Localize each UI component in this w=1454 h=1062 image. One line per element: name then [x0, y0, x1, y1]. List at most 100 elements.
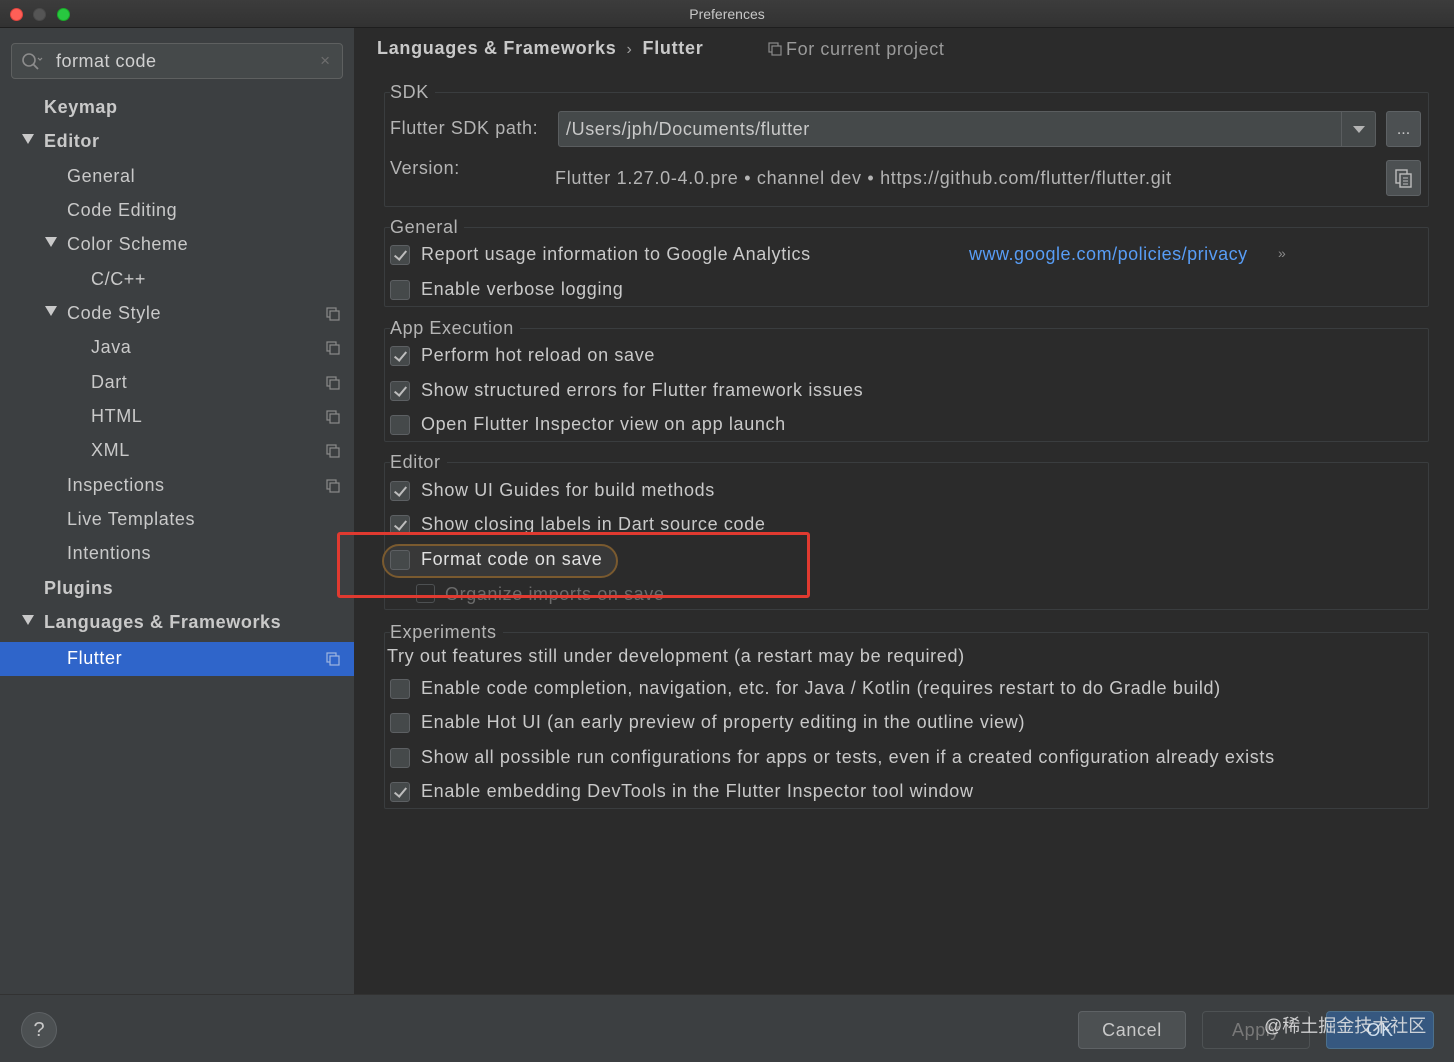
window-titlebar: Preferences [0, 0, 1454, 28]
sidebar-item-code-style[interactable]: Code Style [0, 297, 354, 331]
sidebar-item-label: Dart [91, 372, 128, 392]
help-button[interactable]: ? [21, 1012, 57, 1048]
project-scope-icon [326, 341, 340, 355]
sidebar-item-label: HTML [91, 406, 143, 426]
sdk-group-title: SDK [390, 82, 435, 103]
breadcrumb-parent[interactable]: Languages & Frameworks [377, 38, 616, 58]
project-scope-label: For current project [786, 39, 945, 59]
option-label: Show structured errors for Flutter frame… [421, 380, 864, 400]
sdk-path-label: Flutter SDK path: [390, 118, 539, 138]
option-label: Open Flutter Inspector view on app launc… [421, 414, 786, 434]
sidebar-item-inspections[interactable]: Inspections [0, 469, 354, 503]
sdk-path-combobox[interactable] [558, 111, 1376, 147]
project-scope-icon [326, 410, 340, 424]
option-label: Enable embedding DevTools in the Flutter… [421, 781, 974, 801]
browse-sdk-button[interactable]: ... [1386, 111, 1421, 147]
sidebar-item-label: Flutter [67, 648, 123, 668]
breadcrumb-current: Flutter [642, 38, 704, 58]
checkbox[interactable] [390, 679, 410, 699]
sidebar-item-label: General [67, 166, 136, 186]
sidebar-item-label: Code Style [67, 303, 162, 323]
checkbox[interactable] [390, 415, 410, 435]
clear-search-icon[interactable]: × [320, 51, 330, 71]
sidebar-item-general[interactable]: General [0, 160, 354, 194]
checkbox[interactable] [390, 280, 410, 300]
sidebar-item-color-scheme[interactable]: Color Scheme [0, 228, 354, 262]
breadcrumb: Languages & Frameworks › Flutter [377, 38, 703, 59]
sidebar-item-xml[interactable]: XML [0, 434, 354, 468]
privacy-policy-link[interactable]: www.google.com/policies/privacy [969, 244, 1248, 265]
chevron-down-icon[interactable] [1341, 112, 1375, 146]
sidebar-item-code-editing[interactable]: Code Editing [0, 194, 354, 228]
sidebar-item-label: Code Editing [67, 200, 178, 220]
sidebar-item-label: Editor [44, 131, 100, 151]
option-label: Enable Hot UI (an early preview of prope… [421, 712, 1026, 732]
checkbox[interactable] [390, 381, 410, 401]
settings-search-box[interactable]: × [11, 43, 343, 79]
cancel-button[interactable]: Cancel [1078, 1011, 1186, 1049]
experiments-description: Try out features still under development… [387, 646, 965, 666]
experiments-group-title: Experiments [390, 622, 503, 643]
sidebar-item-label: Live Templates [67, 509, 196, 529]
checkbox[interactable] [390, 782, 410, 802]
expand-arrow-icon[interactable] [45, 306, 57, 316]
checkbox[interactable] [390, 748, 410, 768]
copy-icon [1395, 169, 1412, 188]
app-execution-group-title: App Execution [390, 318, 520, 339]
sidebar-item-intentions[interactable]: Intentions [0, 537, 354, 571]
breadcrumb-separator: › [626, 41, 633, 58]
sdk-path-input[interactable] [566, 117, 1326, 141]
sidebar-item-keymap[interactable]: Keymap [0, 91, 354, 125]
external-link-icon: » [1278, 245, 1286, 261]
checkbox[interactable] [390, 346, 410, 366]
project-scope-icon [326, 376, 340, 390]
editor-group-title: Editor [390, 452, 447, 473]
sidebar-item-label: Intentions [67, 543, 152, 563]
sidebar-item-label: Color Scheme [67, 234, 189, 254]
sidebar-item-c-cpp[interactable]: C/C++ [0, 263, 354, 297]
search-icon [22, 53, 43, 70]
option-label: Perform hot reload on save [421, 345, 656, 365]
sidebar-item-flutter[interactable]: Flutter [0, 642, 354, 676]
expand-arrow-icon[interactable] [22, 615, 34, 625]
project-scope-icon [326, 652, 340, 666]
sidebar-item-label: Java [91, 337, 132, 357]
search-input[interactable] [56, 48, 306, 74]
sidebar-item-label: C/C++ [91, 269, 147, 289]
project-scope-icon [326, 479, 340, 493]
option-label: Show all possible run configurations for… [421, 747, 1275, 767]
general-group-title: General [390, 217, 465, 238]
project-scope-note: For current project [768, 39, 944, 60]
option-label: Show UI Guides for build methods [421, 480, 715, 500]
project-scope-icon [326, 444, 340, 458]
option-label: Enable verbose logging [421, 279, 624, 299]
sidebar-item-dart[interactable]: Dart [0, 366, 354, 400]
project-scope-icon [768, 42, 782, 56]
annotation-box [337, 532, 810, 598]
sidebar-item-label: Plugins [44, 578, 114, 598]
option-label: Enable code completion, navigation, etc.… [421, 678, 1221, 698]
sidebar-item-label: Keymap [44, 97, 118, 117]
sidebar-item-label: XML [91, 440, 130, 460]
expand-arrow-icon[interactable] [45, 237, 57, 247]
sidebar-item-languages-frameworks[interactable]: Languages & Frameworks [0, 606, 354, 640]
expand-arrow-icon[interactable] [22, 134, 34, 144]
option-label: Report usage information to Google Analy… [421, 244, 811, 264]
sdk-group [384, 92, 1429, 207]
window-title: Preferences [689, 6, 765, 22]
checkbox[interactable] [390, 713, 410, 733]
sidebar-item-java[interactable]: Java [0, 331, 354, 365]
sidebar-item-live-templates[interactable]: Live Templates [0, 503, 354, 537]
sidebar-item-editor[interactable]: Editor [0, 125, 354, 159]
project-scope-icon [326, 307, 340, 321]
sidebar-item-plugins[interactable]: Plugins [0, 572, 354, 606]
sidebar-item-label: Languages & Frameworks [44, 612, 282, 632]
checkbox[interactable] [390, 481, 410, 501]
sidebar-item-html[interactable]: HTML [0, 400, 354, 434]
version-value: Flutter 1.27.0-4.0.pre • channel dev • h… [555, 168, 1172, 188]
checkbox[interactable] [390, 245, 410, 265]
watermark: @稀土掘金技术社区 [1264, 1016, 1427, 1036]
version-label: Version: [390, 158, 460, 178]
sidebar-item-label: Inspections [67, 475, 165, 495]
copy-version-button[interactable] [1386, 160, 1421, 196]
